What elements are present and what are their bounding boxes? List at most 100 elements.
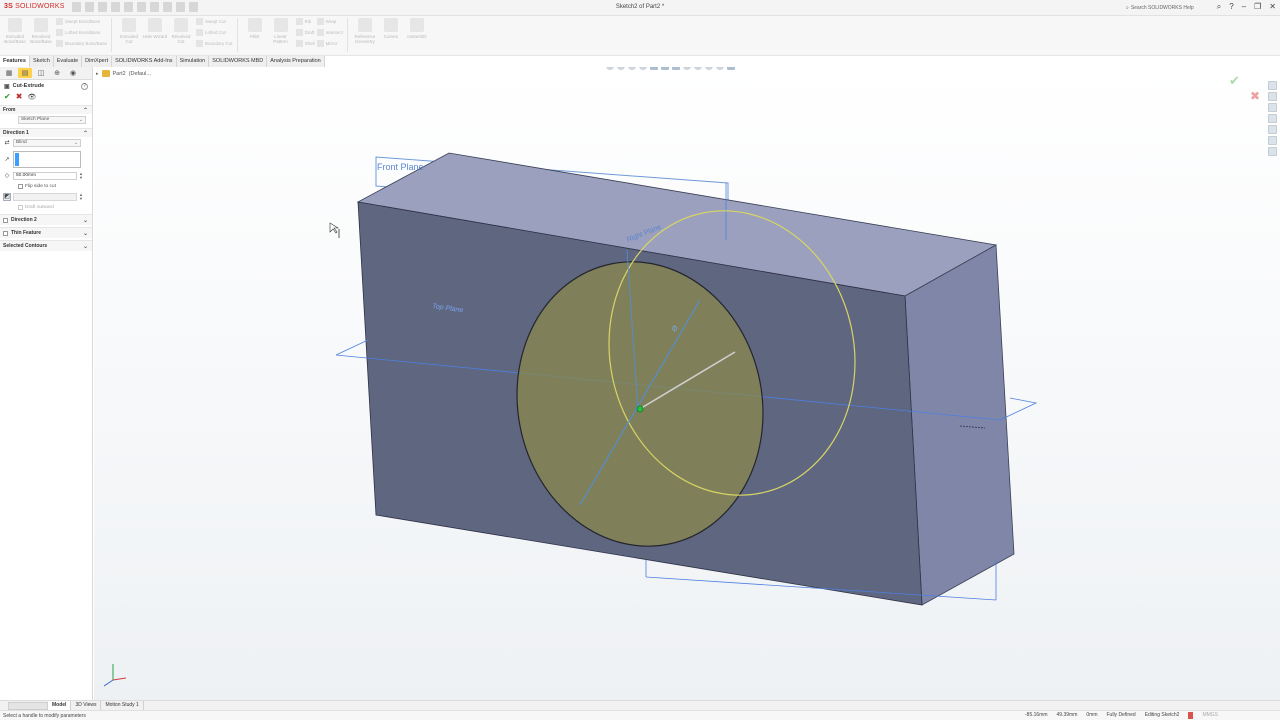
options-icon[interactable] xyxy=(189,2,198,12)
fillet-button[interactable]: Fillet xyxy=(242,18,268,39)
from-section-header[interactable]: From ⌃ xyxy=(0,105,92,114)
configuration-manager-tab[interactable]: ◫ xyxy=(34,68,48,78)
cancel-icon[interactable]: ✖ xyxy=(16,92,23,101)
design-library-icon[interactable] xyxy=(1268,103,1277,112)
lofted-cut-button[interactable]: Lofted Cut xyxy=(196,29,233,36)
view-palette-icon[interactable] xyxy=(1268,125,1277,134)
resources-icon[interactable] xyxy=(1268,92,1277,101)
selected-contours-section-header[interactable]: Selected Contours ⌄ xyxy=(0,240,92,251)
rebuild-indicator-icon[interactable] xyxy=(1188,712,1194,719)
select-icon[interactable] xyxy=(150,2,159,12)
zoom-to-area-icon[interactable] xyxy=(617,67,625,70)
preview-icon[interactable]: 👁 xyxy=(27,93,36,101)
tab-motion-study[interactable]: Motion Study 1 xyxy=(101,701,144,710)
curves-button[interactable]: Curves xyxy=(378,18,404,39)
graphics-area[interactable]: Front Plane Right Plane Top Plane Ø ▸ Pa… xyxy=(94,67,1280,700)
extruded-boss-button[interactable]: Extruded Boss/Base xyxy=(2,18,28,44)
home-icon[interactable] xyxy=(1268,81,1277,90)
tab-model[interactable]: Model xyxy=(48,701,72,710)
end-condition-select[interactable]: Blind ⌄ xyxy=(13,138,81,147)
mirror-button[interactable]: Mirror xyxy=(316,40,343,47)
tab-dimxpert[interactable]: DimXpert xyxy=(82,56,113,67)
search-help-input[interactable]: Search SOLIDWORKS Help xyxy=(1131,5,1194,11)
display-style-icon[interactable] xyxy=(672,67,680,70)
new-document-icon[interactable] xyxy=(72,2,81,12)
dynamic-annotation-icon[interactable] xyxy=(650,67,658,70)
hole-wizard-button[interactable]: Hole Wizard xyxy=(142,18,168,39)
boundary-boss-button[interactable]: Boundary Boss/Base xyxy=(56,40,107,47)
confirmation-ok-icon[interactable]: ✔ xyxy=(1229,73,1240,89)
open-icon[interactable] xyxy=(85,2,94,12)
depth-spinner[interactable]: ▲ ▼ xyxy=(79,171,84,180)
shell-button[interactable]: Shell xyxy=(295,40,315,47)
print-icon[interactable] xyxy=(111,2,120,12)
section-view-icon[interactable] xyxy=(639,67,647,70)
swept-boss-button[interactable]: Swept Boss/Base xyxy=(56,18,107,25)
search-help[interactable]: ⌕ Search SOLIDWORKS Help xyxy=(1126,3,1206,13)
direction-vector-selection[interactable] xyxy=(13,150,81,168)
swept-cut-button[interactable]: Swept Cut xyxy=(196,18,233,25)
solidworks-logo[interactable]: 3S SOLIDWORKS xyxy=(4,3,65,10)
dimxpert-manager-tab[interactable]: ⊕ xyxy=(50,68,64,78)
save-icon[interactable] xyxy=(98,2,107,12)
tab-features[interactable]: Features xyxy=(0,56,30,67)
close-icon[interactable]: ✕ xyxy=(1269,2,1276,12)
unit-system[interactable]: MMGS xyxy=(1202,712,1218,719)
linear-pattern-button[interactable]: Linear Pattern xyxy=(268,18,294,44)
wrap-button[interactable]: Wrap xyxy=(316,18,343,25)
zoom-to-fit-icon[interactable] xyxy=(606,67,614,70)
tab-simulation[interactable]: Simulation xyxy=(176,56,210,67)
reference-geometry-button[interactable]: Reference Geometry xyxy=(352,18,378,44)
search-icon[interactable]: ⌕ xyxy=(1217,2,1221,12)
revolved-cut-button[interactable]: Revolved Cut xyxy=(168,18,194,44)
tab-3d-views[interactable]: 3D Views xyxy=(71,701,102,710)
model-viewport[interactable]: Front Plane Right Plane Top Plane Ø xyxy=(94,67,1280,700)
draft-angle-input[interactable] xyxy=(13,192,77,201)
custom-properties-icon[interactable] xyxy=(1268,147,1277,156)
display-pane-icon[interactable] xyxy=(727,67,735,70)
edit-appearance-icon[interactable] xyxy=(694,67,702,70)
file-explorer-icon[interactable] xyxy=(1268,114,1277,123)
reverse-direction-icon[interactable]: ⇄ xyxy=(3,139,11,147)
draft-button[interactable]: Draft xyxy=(295,29,315,36)
rebuild-icon[interactable] xyxy=(163,2,172,12)
draft-toggle-icon[interactable]: ◩ xyxy=(3,192,11,201)
view-settings-icon[interactable] xyxy=(716,67,724,70)
flip-side-checkbox[interactable] xyxy=(18,183,23,189)
block-right-face[interactable] xyxy=(904,244,1015,606)
restore-icon[interactable]: ❐ xyxy=(1254,2,1261,12)
thin-feature-section-header[interactable]: Thin Feature ⌄ xyxy=(0,227,92,238)
property-manager-tab[interactable]: ▤ xyxy=(18,68,32,78)
view-orientation-icon[interactable] xyxy=(661,67,669,70)
hide-show-items-icon[interactable] xyxy=(683,67,691,70)
help-button[interactable]: ? xyxy=(81,82,88,90)
feature-manager-tab[interactable]: ▦ xyxy=(2,68,16,78)
front-plane-label[interactable]: Front Plane xyxy=(377,162,424,172)
display-manager-tab[interactable]: ◉ xyxy=(66,68,80,78)
confirmation-cancel-icon[interactable]: ✖ xyxy=(1250,89,1260,103)
tab-evaluate[interactable]: Evaluate xyxy=(53,56,83,67)
lofted-boss-button[interactable]: Lofted Boss/Base xyxy=(56,29,107,36)
direction1-section-header[interactable]: Direction 1 ⌃ xyxy=(0,128,92,137)
boundary-cut-button[interactable]: Boundary Cut xyxy=(196,40,233,47)
feature-tree-flyout[interactable]: ▸ Part2 (Defaul... xyxy=(96,70,151,77)
tab-mbd[interactable]: SOLIDWORKS MBD xyxy=(209,56,268,67)
ok-icon[interactable]: ✔ xyxy=(4,92,11,101)
appearances-icon[interactable] xyxy=(1268,136,1277,145)
draft-outward-checkbox[interactable] xyxy=(18,204,23,210)
redo-icon[interactable] xyxy=(137,2,146,12)
help-icon[interactable]: ? xyxy=(1229,2,1233,12)
instant3d-button[interactable]: Instant3D xyxy=(404,18,430,39)
previous-view-icon[interactable] xyxy=(628,67,636,70)
tab-scroll-arrows[interactable] xyxy=(8,701,48,710)
thin-feature-checkbox[interactable] xyxy=(3,230,8,236)
undo-icon[interactable] xyxy=(124,2,133,12)
draft-spinner[interactable]: ▲ ▼ xyxy=(79,192,84,201)
tab-addins[interactable]: SOLIDWORKS Add-Ins xyxy=(112,56,177,67)
sketch-origin-point[interactable] xyxy=(636,405,644,413)
from-select[interactable]: Sketch Plane ⌄ xyxy=(18,115,86,124)
expand-arrow-icon[interactable]: ▸ xyxy=(96,71,99,77)
rib-button[interactable]: Rib xyxy=(295,18,315,25)
file-properties-icon[interactable] xyxy=(176,2,185,12)
tab-analysis-preparation[interactable]: Analysis Preparation xyxy=(267,56,325,67)
